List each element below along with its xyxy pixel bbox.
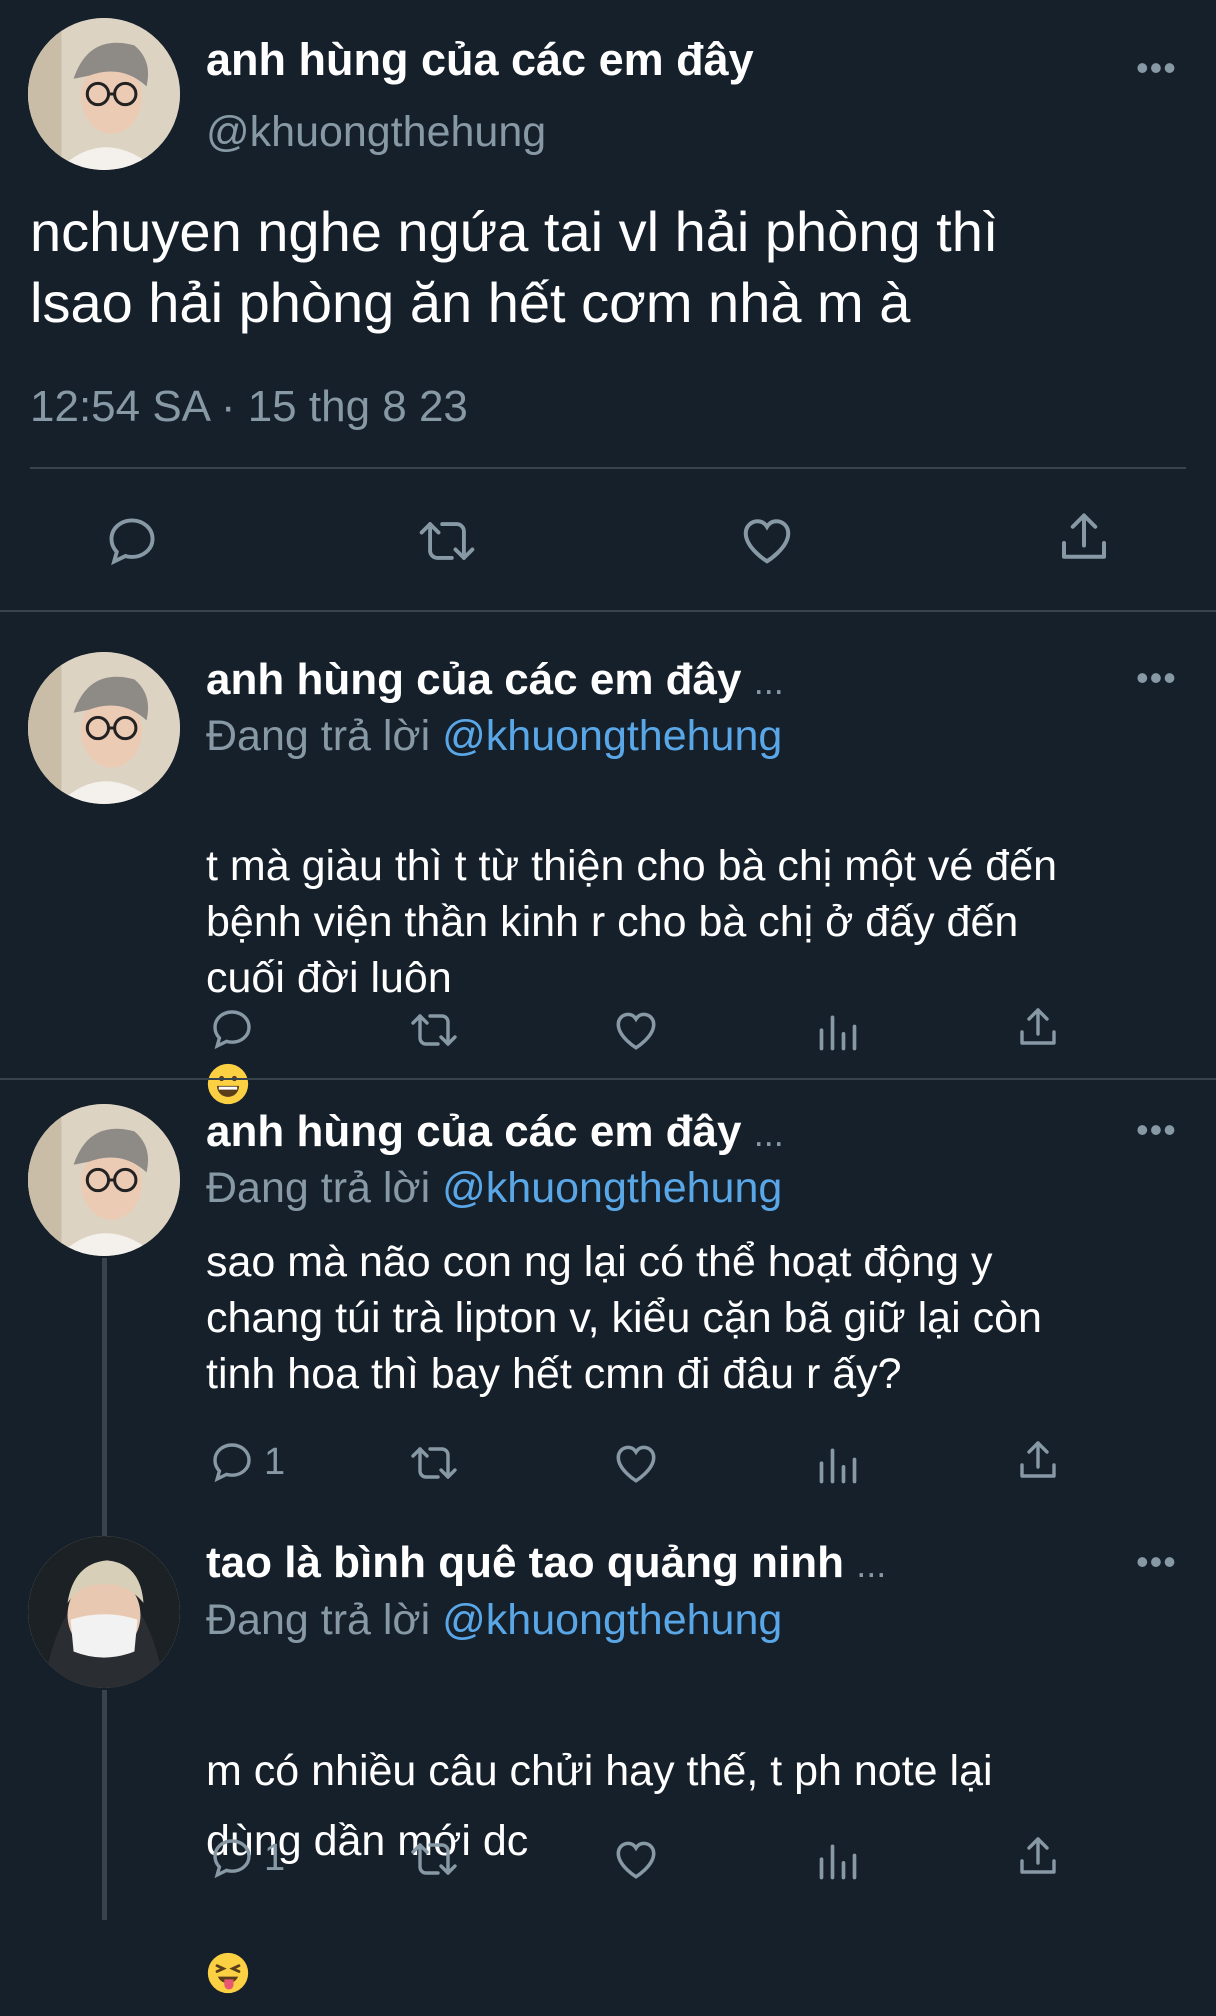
reply-count: 1 [264, 1440, 286, 1483]
reply-text-content: t mà giàu thì t từ thiện cho bà chị một … [206, 842, 1058, 1002]
replying-to: Đang trả lời @khuongthehung [206, 1596, 782, 1645]
section-divider [0, 1078, 1216, 1080]
share-icon [1020, 1008, 1056, 1045]
reply-icon [213, 1010, 251, 1050]
like-button[interactable] [737, 510, 797, 570]
replying-to: Đang trả lời @khuongthehung [206, 1164, 782, 1213]
retweet-button[interactable] [414, 512, 480, 570]
replying-prefix: Đang trả lời [206, 1596, 431, 1644]
share-button[interactable] [1054, 508, 1114, 568]
divider [30, 467, 1186, 469]
reply-text: t mà giàu thì t từ thiện cho bà chị một … [206, 782, 1196, 1120]
reply-button[interactable] [103, 512, 161, 570]
handle[interactable]: @khuongthehung [206, 108, 546, 157]
more-options-icon[interactable]: ••• [1136, 1112, 1177, 1148]
retweet-button[interactable] [406, 1835, 462, 1883]
retweet-icon [411, 1014, 457, 1046]
name-ellipsis: ... [753, 1113, 784, 1154]
mention-link[interactable]: @khuongthehung [442, 1596, 782, 1644]
avatar[interactable] [28, 18, 180, 170]
display-name-text: anh hùng của các em đây [206, 655, 742, 704]
like-button[interactable] [611, 1834, 661, 1884]
retweet-button[interactable] [406, 1006, 462, 1054]
avatar[interactable] [28, 1104, 180, 1256]
name-ellipsis: ... [753, 661, 784, 702]
reply-count: 1 [264, 1836, 286, 1879]
display-name[interactable]: tao là bình quê tao quảng ninh ... [206, 1538, 886, 1588]
heart-icon [743, 519, 791, 564]
share-button[interactable] [1014, 1004, 1062, 1052]
heart-icon [616, 1012, 656, 1050]
heart-icon [616, 1841, 656, 1879]
retweet-button[interactable] [406, 1439, 462, 1487]
share-button[interactable] [1014, 1437, 1062, 1485]
replying-prefix: Đang trả lời [206, 1164, 431, 1212]
name-ellipsis: ... [856, 1544, 887, 1585]
thread-connector [102, 1258, 107, 1540]
reply-icon [109, 518, 155, 566]
reply-icon [213, 1839, 251, 1879]
retweet-icon [411, 1447, 457, 1479]
display-name[interactable]: anh hùng của các em đây [206, 34, 754, 86]
mention-link[interactable]: @khuongthehung [442, 1164, 782, 1212]
like-button[interactable] [611, 1438, 661, 1488]
analytics-icon [819, 1015, 857, 1051]
reply-button[interactable]: 1 [208, 1438, 285, 1486]
timestamp[interactable]: 12:54 SA · 15 thg 8 23 [30, 382, 468, 432]
display-name[interactable]: anh hùng của các em đây ... [206, 1107, 784, 1157]
share-icon [1062, 513, 1106, 559]
mention-link[interactable]: @khuongthehung [442, 712, 782, 760]
squinting-tongue-face-emoji-icon [206, 1876, 250, 2016]
analytics-icon [819, 1448, 857, 1484]
display-name-text: tao là bình quê tao quảng ninh [206, 1538, 844, 1587]
retweet-icon [419, 522, 475, 560]
more-options-icon[interactable]: ••• [1136, 1544, 1177, 1580]
analytics-button[interactable] [816, 1010, 860, 1054]
reply-icon [213, 1443, 251, 1483]
analytics-icon [819, 1844, 857, 1880]
more-options-icon[interactable]: ••• [1136, 50, 1177, 86]
replying-to: Đang trả lời @khuongthehung [206, 712, 782, 761]
analytics-button[interactable] [816, 1443, 860, 1487]
tweet-text: nchuyen nghe ngứa tai vl hải phòng thì l… [30, 200, 999, 334]
section-divider [0, 610, 1216, 612]
share-icon [1020, 1441, 1056, 1478]
heart-icon [616, 1445, 656, 1483]
like-button[interactable] [611, 1005, 661, 1055]
share-icon [1020, 1837, 1056, 1874]
avatar[interactable] [28, 652, 180, 804]
thread-connector [102, 1690, 107, 1920]
avatar[interactable] [28, 1536, 180, 1688]
replying-prefix: Đang trả lời [206, 712, 431, 760]
reply-button[interactable] [208, 1005, 264, 1053]
reply-text-content: m có nhiều câu chửi hay thế, t ph note l… [206, 1747, 993, 1865]
display-name-text: anh hùng của các em đây [206, 1107, 742, 1156]
retweet-icon [411, 1843, 457, 1875]
share-button[interactable] [1014, 1833, 1062, 1881]
reply-text: sao mà não con ng lại có thể hoạt động y… [206, 1238, 1042, 1398]
more-options-icon[interactable]: ••• [1136, 660, 1177, 696]
reply-button[interactable]: 1 [208, 1834, 285, 1882]
analytics-button[interactable] [816, 1839, 860, 1883]
display-name[interactable]: anh hùng của các em đây ... [206, 655, 784, 705]
